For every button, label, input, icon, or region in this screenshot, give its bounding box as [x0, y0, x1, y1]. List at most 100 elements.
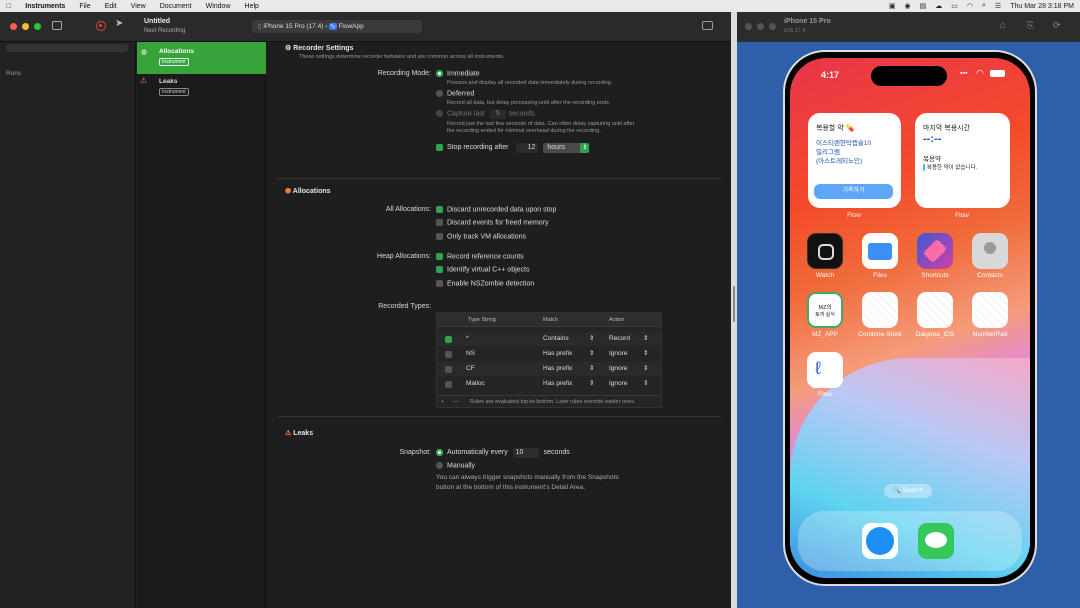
- target-selector[interactable]: ▯ iPhone 15 Pro (17.4) › ∿ FlowApp: [252, 20, 422, 33]
- record-dose-button[interactable]: 기록하기: [814, 184, 893, 199]
- automatic-snapshot-option[interactable]: Automatically every 10 seconds: [436, 448, 570, 458]
- table-row[interactable]: CF Has prefix ⇕ Ignore ⇕: [437, 362, 661, 376]
- unit-dropdown[interactable]: hours ⇕: [543, 143, 590, 153]
- control-center-icon[interactable]: ☰: [995, 2, 1001, 10]
- minimize-button[interactable]: [757, 23, 764, 30]
- sidebar-toggle-icon[interactable]: [52, 21, 62, 30]
- zoom-button[interactable]: [34, 23, 41, 30]
- checkbox-icon: [436, 143, 443, 151]
- menu-instruments[interactable]: Instruments: [25, 3, 65, 10]
- close-button[interactable]: [745, 23, 752, 30]
- resize-handle[interactable]: [733, 286, 735, 322]
- action-cell[interactable]: Ignore: [609, 377, 627, 391]
- menu-document[interactable]: Document: [160, 3, 192, 10]
- apple-icon[interactable]: : [6, 3, 11, 10]
- instrument-item-leaks[interactable]: ⚠ Leaks Instrument: [137, 74, 266, 102]
- column-header[interactable]: Action: [609, 313, 624, 327]
- messages-app-icon[interactable]: [918, 523, 954, 559]
- spotlight-search-button[interactable]: 🔍 Search: [884, 484, 932, 498]
- cursor-icon[interactable]: ➤: [115, 18, 123, 29]
- stop-hours-field[interactable]: 12: [516, 143, 539, 153]
- menu-window[interactable]: Window: [206, 3, 231, 10]
- clock[interactable]: Thu Mar 28 3:18 PM: [1010, 3, 1074, 10]
- close-button[interactable]: [10, 23, 17, 30]
- inspector-toggle-icon[interactable]: [702, 21, 713, 30]
- row-checkbox[interactable]: [445, 366, 452, 373]
- row-checkbox[interactable]: [445, 336, 452, 343]
- table-row[interactable]: * Contains ⇕ Record ⇕: [437, 332, 661, 346]
- cpp-objects-checkbox[interactable]: Identify virtual C++ objects: [436, 266, 530, 273]
- filter-field[interactable]: [6, 44, 128, 52]
- status-icon[interactable]: ◉: [905, 2, 911, 10]
- minimize-button[interactable]: [22, 23, 29, 30]
- type-cell[interactable]: NS: [466, 347, 475, 361]
- menu-view[interactable]: View: [131, 3, 146, 10]
- discard-freed-checkbox[interactable]: Discard events for freed memory: [436, 219, 549, 226]
- medication-widget[interactable]: 복용할 약 💊 이스티렌현탁캡슐10 밀리그램 (아스트레티노인) 기록하기: [808, 113, 901, 208]
- action-cell[interactable]: Ignore: [609, 362, 627, 376]
- table-row[interactable]: Malloc Has prefix ⇕ Ignore ⇕: [437, 377, 661, 391]
- capture-seconds-field[interactable]: 5: [489, 110, 506, 120]
- column-header[interactable]: Match: [543, 313, 558, 327]
- stop-recording-option[interactable]: Stop recording after 12 hours ⇕: [436, 143, 590, 153]
- action-cell[interactable]: Record: [609, 332, 630, 346]
- type-cell[interactable]: Malloc: [466, 377, 485, 391]
- row-checkbox[interactable]: [445, 351, 452, 358]
- numberpad-app-icon[interactable]: [972, 292, 1008, 328]
- column-header[interactable]: Type String: [468, 313, 496, 327]
- mz-app-icon[interactable]: MZ의 토끼 실식: [807, 292, 843, 328]
- status-time: 4:17: [821, 70, 840, 80]
- match-cell[interactable]: Contains: [543, 332, 569, 346]
- deferred-option[interactable]: Deferred: [436, 90, 474, 97]
- instrument-tag: Instrument: [159, 88, 189, 96]
- watch-app-icon[interactable]: [807, 233, 843, 269]
- daigona-app-icon[interactable]: [917, 292, 953, 328]
- combine-store-app-icon[interactable]: [862, 292, 898, 328]
- safari-app-icon[interactable]: [862, 523, 898, 559]
- rotate-icon[interactable]: ⟳: [1053, 20, 1061, 31]
- match-cell[interactable]: Has prefix: [543, 347, 572, 361]
- match-cell[interactable]: Has prefix: [543, 377, 572, 391]
- table-row[interactable]: NS Has prefix ⇕ Ignore ⇕: [437, 347, 661, 361]
- instrument-item-allocations[interactable]: ◍ Allocations Instrument: [137, 42, 266, 74]
- last-dose-widget[interactable]: 마지막 복용시간 --:-- 복용약 ▌복용한 약이 없습니다.: [915, 113, 1010, 208]
- battery-icon[interactable]: ▭: [951, 2, 958, 10]
- manual-snapshot-option[interactable]: Manually: [436, 462, 475, 469]
- immediate-option[interactable]: Immediate: [436, 70, 480, 77]
- type-cell[interactable]: CF: [466, 362, 475, 376]
- chevron-up-down-icon: ⇕: [580, 143, 590, 153]
- zoom-button[interactable]: [769, 23, 776, 30]
- files-app-icon[interactable]: [862, 233, 898, 269]
- menu-edit[interactable]: Edit: [105, 3, 117, 10]
- status-icon[interactable]: ▣: [889, 2, 896, 10]
- wifi-icon[interactable]: ◠: [967, 2, 973, 10]
- action-cell[interactable]: Ignore: [609, 347, 627, 361]
- home-icon[interactable]: ⌂: [1000, 20, 1006, 31]
- only-vm-checkbox[interactable]: Only track VM allocations: [436, 233, 526, 240]
- menu-file[interactable]: File: [79, 3, 90, 10]
- snapshot-interval-field[interactable]: 10: [512, 448, 539, 458]
- option-label: Automatically every: [447, 449, 508, 456]
- remove-rule-button[interactable]: —: [453, 396, 459, 408]
- status-icon[interactable]: ▤: [920, 2, 927, 10]
- flow-app-icon[interactable]: ℓ: [807, 352, 843, 388]
- contacts-app-icon[interactable]: [972, 233, 1008, 269]
- status-icon[interactable]: ☁: [935, 2, 942, 10]
- menu-help[interactable]: Help: [245, 3, 259, 10]
- type-cell[interactable]: *: [466, 332, 469, 346]
- ref-counts-checkbox[interactable]: Record reference counts: [436, 253, 524, 260]
- capture-last-option[interactable]: Capture last 5 seconds: [436, 110, 535, 120]
- match-cell[interactable]: Has prefix: [543, 362, 572, 376]
- instrument-list: ◍ Allocations Instrument ⚠ Leaks Instrum…: [137, 42, 266, 608]
- row-checkbox[interactable]: [445, 381, 452, 388]
- instrument-name: Leaks: [159, 78, 178, 85]
- option-label: Immediate: [447, 70, 480, 78]
- record-button[interactable]: [96, 21, 106, 31]
- app-label: Watch: [815, 272, 835, 279]
- shortcuts-app-icon[interactable]: [917, 233, 953, 269]
- add-rule-button[interactable]: +: [441, 396, 444, 408]
- search-icon[interactable]: ⌕: [982, 2, 986, 10]
- discard-unrecorded-checkbox[interactable]: Discard unrecorded data upon stop: [436, 206, 556, 213]
- nszombie-checkbox[interactable]: Enable NSZombie detection: [436, 280, 534, 287]
- screenshot-icon[interactable]: ⎘: [1027, 20, 1034, 31]
